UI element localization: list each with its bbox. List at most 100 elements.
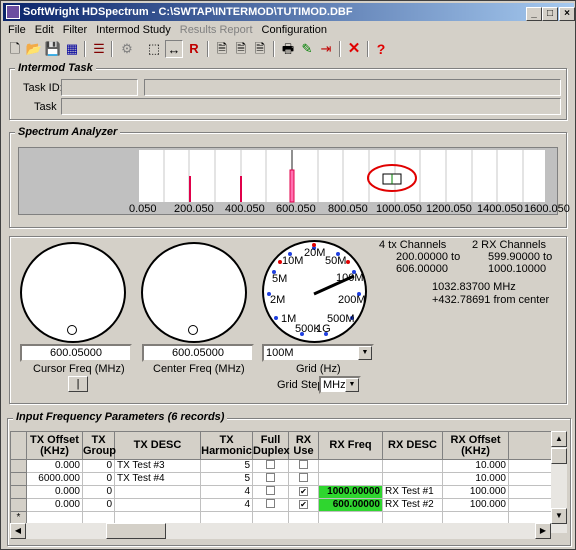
chevron-down-icon[interactable]: ▼	[345, 378, 359, 392]
empty-cell[interactable]	[318, 511, 383, 524]
tx-desc-cell[interactable]	[114, 485, 201, 499]
delete-icon[interactable]: ✕	[345, 40, 363, 58]
full-duplex-cell[interactable]	[252, 498, 289, 512]
help-icon[interactable]: ?	[372, 40, 390, 58]
col-header[interactable]: TX DESC	[114, 431, 201, 460]
tx-group-cell[interactable]: 0	[82, 472, 115, 486]
col-header[interactable]: TX Offset (KHz)	[26, 431, 83, 460]
table-row-new[interactable]: *	[10, 511, 552, 524]
rx-desc-cell[interactable]	[382, 459, 443, 473]
col-header[interactable]: RX Offset (KHz)	[442, 431, 509, 460]
row-selector[interactable]	[10, 459, 27, 473]
grid-dial[interactable]: 20M 10M 50M 5M 100M 2M 200M 1M 500M 500K…	[262, 240, 367, 343]
new-row-marker[interactable]: *	[10, 511, 27, 524]
vertical-scrollbar[interactable]: ▲ ▼	[551, 431, 567, 533]
rx-use-checkbox[interactable]: ✔	[299, 500, 308, 509]
report-icon[interactable]: 🗎	[232, 40, 250, 58]
tx-offset-cell[interactable]: 0.000	[26, 485, 83, 499]
rx-use-cell[interactable]: ✔	[288, 485, 319, 499]
cursor-button[interactable]: |	[68, 376, 88, 392]
cursor-freq-field[interactable]: 600.05000	[20, 344, 132, 362]
select-icon[interactable]: ⬚	[145, 40, 163, 58]
empty-cell[interactable]	[382, 511, 443, 524]
rx-desc-cell[interactable]: RX Test #2	[382, 498, 443, 512]
print-icon[interactable]: 🖶	[279, 40, 297, 58]
tx-group-cell[interactable]: 0	[82, 485, 115, 499]
scroll-right-icon[interactable]: ▶	[535, 523, 551, 539]
rx-desc-cell[interactable]: RX Test #1	[382, 485, 443, 499]
tx-desc-cell[interactable]: TX Test #3	[114, 459, 201, 473]
tx-harmonic-cell[interactable]: 5	[200, 459, 253, 473]
rx-use-cell[interactable]	[288, 472, 319, 486]
empty-cell[interactable]	[82, 511, 115, 524]
table-row[interactable]: 0.000 0 4 ✔ 600.00000 RX Test #2 100.000	[10, 498, 552, 512]
full-duplex-checkbox[interactable]	[266, 473, 275, 482]
report-icon[interactable]: 🗎	[213, 40, 231, 58]
dial-knob[interactable]	[188, 325, 198, 335]
empty-cell[interactable]	[200, 511, 253, 524]
full-duplex-checkbox[interactable]	[266, 499, 275, 508]
col-header[interactable]: RX DESC	[382, 431, 443, 460]
col-header[interactable]: RX Freq	[318, 431, 383, 460]
full-duplex-cell[interactable]	[252, 472, 289, 486]
rx-offset-cell[interactable]: 100.000	[442, 485, 509, 499]
edit-check-icon[interactable]: ✎	[298, 40, 316, 58]
col-header[interactable]: TX Harmonic	[200, 431, 253, 460]
row-selector[interactable]	[10, 498, 27, 512]
tool-icon[interactable]: ⚙	[118, 40, 136, 58]
col-header[interactable]: RX Use	[288, 431, 319, 460]
cursor-freq-dial[interactable]	[20, 242, 126, 343]
menu-configuration[interactable]: Configuration	[257, 21, 331, 39]
close-icon[interactable]: ×	[559, 7, 575, 21]
tx-harmonic-cell[interactable]: 4	[200, 498, 253, 512]
full-duplex-cell[interactable]	[252, 459, 289, 473]
row-selector[interactable]	[10, 472, 27, 486]
table-row[interactable]: 6000.000 0 TX Test #4 5 10.000	[10, 472, 552, 486]
minimize-icon[interactable]: _	[526, 7, 542, 21]
rx-use-checkbox[interactable]	[299, 473, 308, 482]
rx-freq-cell[interactable]	[318, 472, 383, 486]
col-header[interactable]: TX Group	[82, 431, 116, 460]
tx-group-cell[interactable]: 0	[82, 459, 115, 473]
grid-select[interactable]: 100M ▼	[262, 344, 374, 362]
report-icon[interactable]: 🗎	[251, 40, 269, 58]
center-freq-field[interactable]: 600.05000	[142, 344, 254, 362]
title-bar[interactable]: SoftWright HDSpectrum - C:\SWTAP\INTERMO…	[3, 3, 575, 21]
rx-offset-cell[interactable]: 100.000	[442, 498, 509, 512]
rx-use-checkbox[interactable]: ✔	[299, 487, 308, 496]
rx-use-checkbox[interactable]	[299, 460, 308, 469]
tx-offset-cell[interactable]: 0.000	[26, 459, 83, 473]
task-id-field[interactable]	[61, 79, 138, 96]
empty-cell[interactable]	[252, 511, 289, 524]
tx-offset-cell[interactable]: 0.000	[26, 498, 83, 512]
empty-cell[interactable]	[442, 511, 509, 524]
database-icon[interactable]: ▦	[63, 40, 81, 58]
tx-harmonic-cell[interactable]: 4	[200, 485, 253, 499]
menu-file[interactable]: File	[3, 21, 30, 39]
spectrum-display[interactable]: 0.050 200.050 400.050 600.050 800.050 10…	[18, 147, 570, 215]
tx-offset-cell[interactable]: 6000.000	[26, 472, 83, 486]
rx-use-cell[interactable]: ✔	[288, 498, 319, 512]
rx-offset-cell[interactable]: 10.000	[442, 459, 509, 473]
full-duplex-checkbox[interactable]	[266, 486, 275, 495]
empty-cell[interactable]	[114, 511, 201, 524]
dial-knob[interactable]	[67, 325, 77, 335]
empty-cell[interactable]	[26, 511, 83, 524]
export-icon[interactable]: ⇥	[317, 40, 335, 58]
tx-harmonic-cell[interactable]: 5	[200, 472, 253, 486]
row-selector[interactable]	[10, 485, 27, 499]
frequency-table[interactable]: TX Offset (KHz) TX Group TX DESC TX Harm…	[10, 431, 552, 524]
col-header[interactable]: Full Duplex	[252, 431, 290, 460]
grid-step-select[interactable]: MHz ▼	[319, 376, 361, 394]
rx-desc-cell[interactable]	[382, 472, 443, 486]
horizontal-scrollbar[interactable]: ◀ ▶	[10, 523, 551, 539]
save-icon[interactable]: 💾	[44, 40, 62, 58]
scroll-thumb[interactable]	[106, 523, 166, 539]
table-row[interactable]: 0.000 0 TX Test #3 5 10.000	[10, 459, 552, 473]
menu-edit[interactable]: Edit	[30, 21, 58, 39]
menu-filter[interactable]: Filter	[58, 21, 91, 39]
maximize-icon[interactable]: □	[542, 7, 558, 21]
scroll-thumb[interactable]	[551, 448, 567, 464]
tx-desc-cell[interactable]: TX Test #4	[114, 472, 201, 486]
scroll-down-icon[interactable]: ▼	[551, 508, 567, 524]
